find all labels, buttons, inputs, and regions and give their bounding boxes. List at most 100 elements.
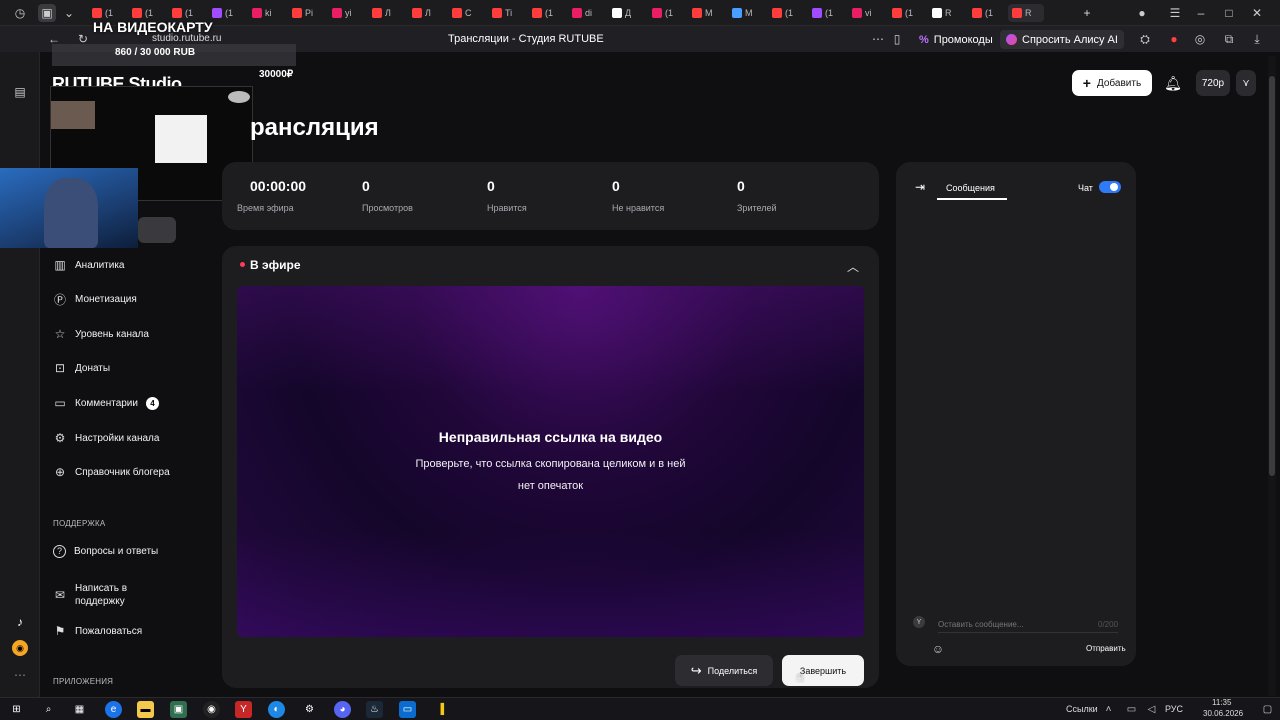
tab-messages[interactable]: Сообщения [946,183,995,193]
settings-icon[interactable]: ⚙ [301,701,318,718]
add-button[interactable]: + Добавить [1072,70,1152,96]
bookmark-icon[interactable]: ▯ [890,31,904,47]
browser-icon[interactable]: ◐ [268,701,285,718]
collapse-chat-icon[interactable]: ⇥ [912,179,928,195]
browser-tab[interactable]: (1 [808,4,844,22]
yandex-browser-icon[interactable]: Y [235,701,252,718]
clock-time[interactable]: 11:35 [1212,698,1231,707]
stat-value: 00:00:00 [250,178,307,194]
tab-favicon-icon [492,8,502,18]
browser-tab[interactable]: (1 [888,4,924,22]
history-icon[interactable]: ◷ [12,5,28,21]
store-icon[interactable]: ▣ [170,701,187,718]
screenshot-icon[interactable]: ◎ [1193,31,1207,47]
page-scrollbar[interactable] [1268,56,1276,696]
clock-date[interactable]: 30.06.2026 [1203,709,1243,718]
tab-label: vi [865,8,872,18]
sidebar-search-fragment[interactable] [138,217,176,243]
coin-icon: Ⓟ [53,292,66,307]
bars-icon[interactable]: ▐ [432,701,449,718]
promo-button[interactable]: % Промокоды [913,30,999,49]
tabs-dropdown-icon[interactable]: ⌄ [62,5,76,21]
browser-tab[interactable]: R [1008,4,1044,22]
sidebar-item-star[interactable]: ☆ Уровень канала [53,324,149,344]
alice-button[interactable]: Спросить Алису AI [1000,30,1124,49]
discord-icon[interactable]: ◕ [334,701,351,718]
browser-tab[interactable]: Л [408,4,444,22]
overflow-icon[interactable]: ⋎ [1236,70,1256,96]
browser-tab[interactable]: C [448,4,484,22]
browser-tab[interactable]: (1 [768,4,804,22]
sidebar-item-gear[interactable]: ⚙ Настройки канала [53,428,160,448]
tray-chevron-icon[interactable]: ˄ [1100,701,1117,718]
browser-tab[interactable]: (1 [528,4,564,22]
chat-toggle[interactable] [1099,181,1121,193]
bookmarks-icon[interactable]: ☰ [1168,5,1182,21]
share-button[interactable]: ↪ Поделиться [675,655,773,686]
sidebar-item-mail[interactable]: ✉ Написать в поддержку [53,581,135,609]
steam-icon[interactable]: ♨ [366,701,383,718]
extension-icon[interactable]: ⛭ [1138,31,1152,47]
browser-tab[interactable]: Pi [288,4,324,22]
tab-label: (1 [905,8,914,18]
browser-tab[interactable]: di [568,4,604,22]
tiktok-icon[interactable]: ♪ [12,614,28,630]
browser-tab[interactable]: Д [608,4,644,22]
panel-more-icon[interactable]: ⋯ [12,667,28,683]
browser-tab[interactable]: R [928,4,964,22]
language-indicator[interactable]: РУС [1165,704,1183,714]
sidebar-item-chart[interactable]: ▥ Аналитика [53,255,125,275]
recording-extension-icon[interactable]: ● [1166,31,1182,47]
network-icon[interactable]: ▭ [1123,701,1140,718]
browser-tab[interactable]: (1 [208,4,244,22]
sidebar-item-comment[interactable]: ▭ Комментарии 4 [53,393,159,413]
send-button[interactable]: Отправить [1086,644,1126,653]
bell-icon[interactable]: 🔔︎ [1164,74,1182,92]
close-window-icon[interactable]: ✕ [1250,5,1264,21]
browser-tab[interactable]: M [688,4,724,22]
links-toolbar[interactable]: Ссылки [1066,704,1098,714]
collections-icon[interactable]: ⧉ [1222,31,1236,47]
scrollbar-thumb[interactable] [1269,76,1275,476]
alice-label: Спросить Алису AI [1022,33,1118,46]
message-input[interactable]: Оставить сообщение... [938,620,1024,629]
search-icon[interactable]: ⌕ [40,701,57,718]
quality-button[interactable]: 720p [1196,70,1230,96]
app-icon[interactable]: ◉ [12,640,28,656]
browser-tab[interactable]: (1 [968,4,1004,22]
task-view-icon[interactable]: ▦ [71,701,88,718]
alice-icon [1006,34,1017,45]
browser-tab[interactable]: ki [248,4,284,22]
browser-tab[interactable]: Л [368,4,404,22]
profile-icon[interactable]: ● [1135,5,1149,21]
browser-tab[interactable]: Ti [488,4,524,22]
more-icon[interactable]: ⋯ [870,31,886,47]
collapse-chevron-icon[interactable]: ︿ [845,258,861,274]
maximize-icon[interactable]: □ [1222,5,1236,21]
minimize-icon[interactable]: – [1194,5,1208,21]
emoji-icon[interactable]: ☺ [931,642,945,656]
yandex-tab-icon[interactable]: ▣ [38,4,56,22]
volume-icon[interactable]: ◁ [1143,701,1160,718]
sidebar-item-label: Аналитика [75,259,125,271]
start-icon[interactable]: ⊞ [8,701,25,718]
browser-tab[interactable]: (1 [648,4,684,22]
sidebar-item-gift[interactable]: ⊡ Донаты [53,358,110,378]
sidebar-item-flag[interactable]: ⚑ Пожаловаться [53,621,143,641]
panel-icon[interactable]: ▤ [12,84,28,100]
obs-icon[interactable]: ◉ [203,701,220,718]
browser-tab[interactable]: yi [328,4,364,22]
sidebar-item-question[interactable]: ? Вопросы и ответы [53,541,158,561]
edge-icon[interactable]: e [105,701,122,718]
sidebar-item-book[interactable]: ⊕ Справочник блогера [53,462,170,482]
app-window-icon[interactable]: ▭ [399,701,416,718]
notifications-icon[interactable]: ▢ [1259,701,1276,718]
chat-toggle-knob [1110,183,1118,191]
browser-tab[interactable]: M [728,4,764,22]
browser-tab[interactable]: vi [848,4,884,22]
sidebar-item-coin[interactable]: Ⓟ Монетизация [53,289,137,309]
download-icon[interactable]: ⤓ [1250,31,1264,47]
new-tab-icon[interactable]: + [1080,5,1094,21]
folder-icon[interactable]: ▬ [137,701,154,718]
finish-button[interactable]: Завершить [782,655,864,686]
